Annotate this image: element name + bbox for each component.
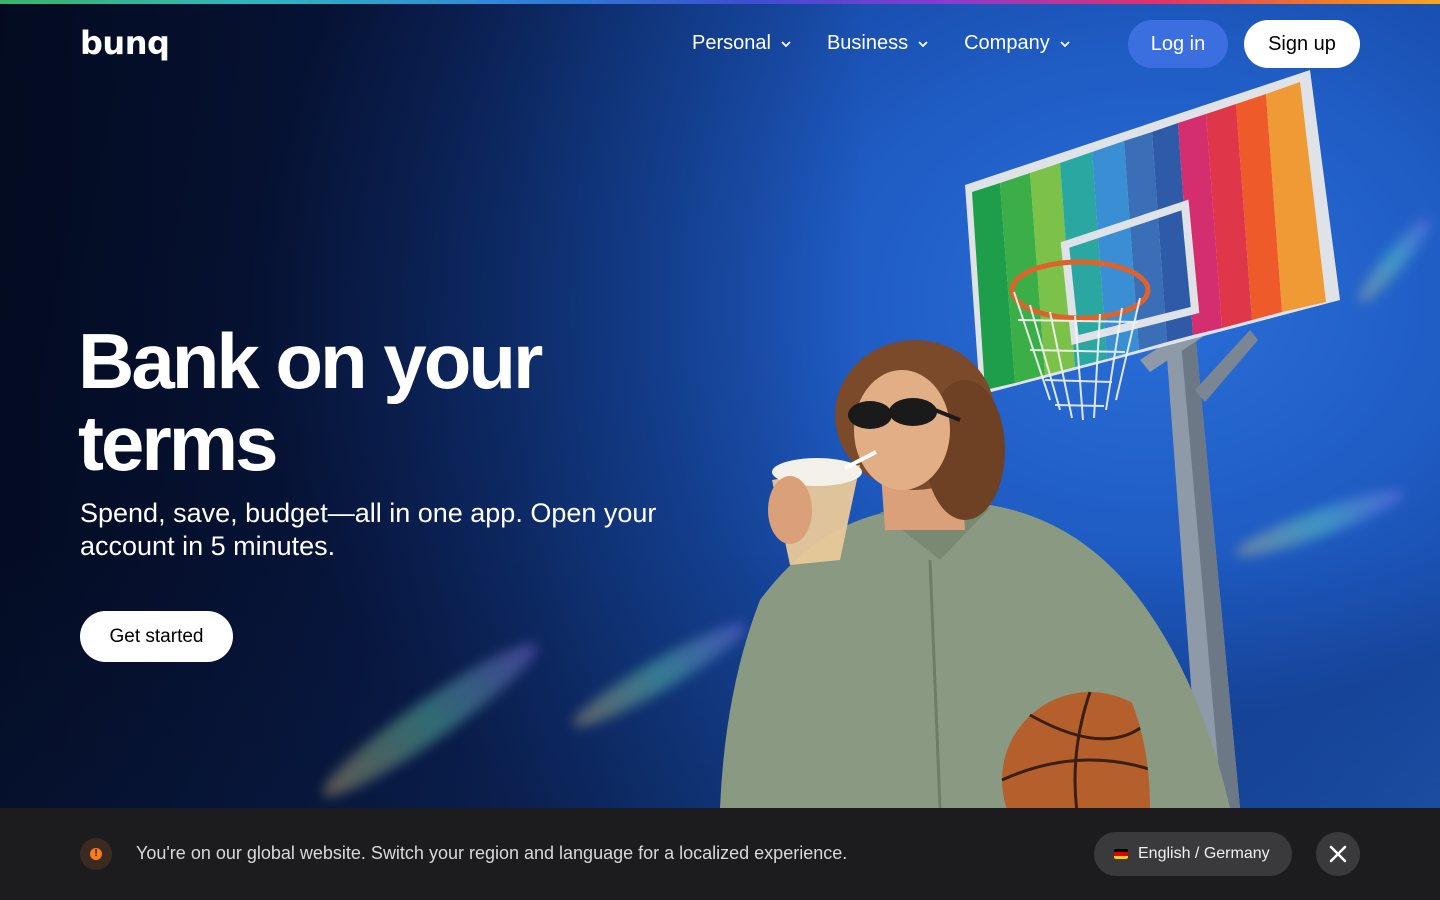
menu-item-business[interactable]: Business bbox=[827, 32, 930, 55]
hero-subheadline: Spend, save, budget—all in one app. Open… bbox=[80, 498, 657, 561]
bunq-logo[interactable]: bunq bbox=[80, 24, 170, 62]
signup-button[interactable]: Sign up bbox=[1244, 20, 1360, 68]
menu-item-company[interactable]: Company bbox=[964, 32, 1072, 55]
banner-message: You're on our global website. Switch you… bbox=[136, 843, 848, 863]
chevron-down-icon bbox=[1060, 40, 1070, 47]
menu-item-label: Business bbox=[826, 32, 909, 54]
main-menu: Personal Business Company bbox=[692, 32, 1072, 55]
region-banner: ! You're on our global website. Switch y… bbox=[0, 808, 1440, 900]
germany-flag-icon bbox=[1114, 849, 1128, 859]
rainbow-accent-bar bbox=[0, 0, 1440, 4]
top-navigation: bunq Personal Business Company Log in Si… bbox=[0, 4, 1440, 84]
warning-icon: ! bbox=[80, 838, 112, 870]
language-region-button[interactable]: English / Germany bbox=[1094, 832, 1292, 876]
chevron-down-icon bbox=[918, 40, 928, 47]
menu-item-label: Personal bbox=[692, 32, 771, 54]
login-button[interactable]: Log in bbox=[1128, 20, 1228, 68]
get-started-button[interactable]: Get started bbox=[80, 611, 233, 662]
close-icon bbox=[1329, 845, 1347, 863]
menu-item-personal[interactable]: Personal bbox=[692, 32, 793, 55]
language-label: English / Germany bbox=[1138, 845, 1270, 862]
close-banner-button[interactable] bbox=[1316, 832, 1360, 876]
menu-item-label: Company bbox=[964, 32, 1050, 54]
chevron-down-icon bbox=[781, 40, 791, 47]
hero-headline: Bank on your terms bbox=[78, 317, 543, 487]
